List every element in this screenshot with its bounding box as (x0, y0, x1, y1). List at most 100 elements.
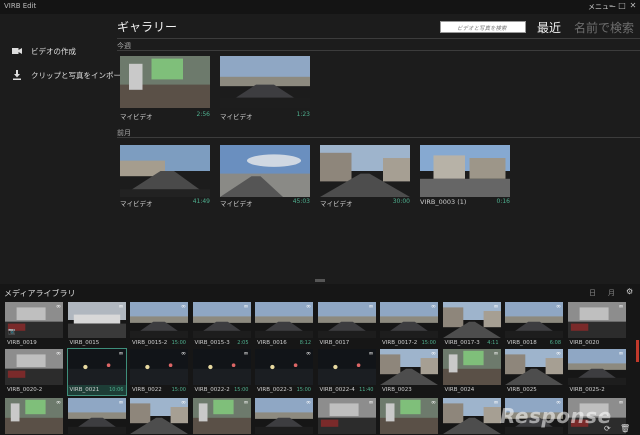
media-tile-name: VIRB_0024 (444, 387, 475, 393)
media-tile[interactable]: ∞ VIRB_0016 8:12 (255, 302, 313, 348)
media-tile[interactable]: ∞ VIRB_0022-4 11:40 (317, 349, 376, 395)
media-tile[interactable]: ∞ VIRB_0020-2 (5, 349, 63, 395)
gallery-item-title: マイビデオ (220, 113, 253, 121)
gallery-item-duration: 41:49 (192, 198, 210, 205)
media-tile-name: VIRB_0021 (69, 387, 100, 393)
media-tile[interactable]: ∞ 📷 VIRB_0019 (5, 302, 63, 348)
media-thumbnail (5, 349, 63, 385)
media-tile-name: VIRB_0016 (257, 340, 287, 346)
media-tile-name: VIRB_0022-4 (319, 387, 355, 393)
virb-clip-icon: ∞ (431, 399, 436, 406)
media-tile-name: VIRB_0017-3 (444, 340, 480, 346)
media-tile[interactable]: ∞ VIRB_0021 10:06 (66, 348, 127, 396)
panel-splitter-handle[interactable] (315, 279, 325, 282)
gallery-item[interactable] (220, 56, 310, 108)
media-thumbnail (442, 349, 501, 385)
media-tile[interactable]: ∞ VIRB_0023 (380, 349, 438, 395)
virb-clip-icon: ∞ (118, 350, 124, 357)
gallery-item[interactable] (220, 145, 310, 197)
gallery-item[interactable] (120, 56, 210, 108)
maximize-button[interactable]: □ (617, 1, 627, 10)
tab-month[interactable]: 月 (608, 288, 615, 298)
media-tile-name: VIRB_0020 (569, 340, 600, 346)
media-tile[interactable]: ∞ (317, 398, 376, 435)
import-icon (12, 70, 22, 80)
media-tile[interactable]: ∞ VIRB_0015-2 15:00 (130, 302, 188, 348)
video-camera-icon (12, 46, 22, 56)
sidebar-item-import[interactable]: クリップと写真をインポート (12, 68, 129, 82)
virb-clip-icon: ∞ (493, 350, 499, 357)
media-thumbnail (380, 302, 438, 338)
divider (117, 38, 640, 39)
media-thumbnail (317, 302, 376, 338)
media-thumbnail (442, 302, 501, 338)
media-tile[interactable]: ∞ VIRB_0018 6:08 (505, 302, 563, 348)
sort-recent-tab[interactable]: 最近 (537, 19, 561, 36)
media-thumbnail (567, 302, 626, 338)
media-thumbnail (130, 302, 188, 338)
media-thumbnail (505, 302, 563, 338)
media-tile-name: VIRB_0017-2 (382, 340, 418, 346)
media-tile[interactable]: ∞ (380, 398, 438, 435)
library-scrollbar[interactable] (636, 340, 639, 362)
divider (117, 50, 640, 51)
virb-clip-icon: ∞ (493, 399, 499, 406)
media-tile[interactable]: ∞ (192, 398, 251, 435)
virb-clip-icon: ∞ (618, 399, 624, 406)
sidebar-item-label: クリップと写真をインポート (31, 70, 129, 80)
virb-clip-icon: ∞ (431, 350, 436, 357)
watermark-logo: Response (500, 404, 612, 428)
media-tile[interactable]: ∞ VIRB_0017-2 15:00 (380, 302, 438, 348)
media-tile-name: VIRB_0015-2 (132, 340, 168, 346)
media-tile[interactable]: ∞ (5, 398, 63, 435)
media-tile[interactable]: ∞ VIRB_0015-3 2:05 (192, 302, 251, 348)
tab-day[interactable]: 日 (589, 288, 596, 298)
media-tile-name: VIRB_0022-3 (257, 387, 293, 393)
gallery-item-title: VIRB_0003 (1) (420, 198, 467, 206)
virb-clip-icon: ∞ (118, 399, 124, 406)
virb-clip-icon: ∞ (556, 350, 561, 357)
sidebar-item-create-video[interactable]: ビデオの作成 (12, 44, 76, 58)
minimize-button[interactable]: – (606, 1, 616, 10)
gallery-item[interactable] (420, 145, 510, 197)
page-title: ギャラリー (117, 20, 178, 34)
gallery-item[interactable] (320, 145, 410, 197)
media-tile-name: VIRB_0022-2 (194, 387, 230, 393)
sort-name-tab[interactable]: 名前で検索 (574, 19, 634, 36)
media-tile[interactable]: ∞ VIRB_0024 (442, 349, 501, 395)
media-thumbnail (255, 302, 313, 338)
media-tile[interactable]: ∞ VIRB_0017 (317, 302, 376, 348)
media-thumbnail (192, 302, 251, 338)
media-tile-duration: 15:00 (171, 340, 186, 346)
media-tile[interactable]: ∞ VIRB_0022 15:00 (130, 349, 188, 395)
media-thumbnail (255, 398, 313, 434)
virb-clip-icon: ∞ (306, 303, 311, 310)
media-tile[interactable]: ∞ VIRB_0017-3 4:11 (442, 302, 501, 348)
gallery-item-duration: 30:00 (392, 198, 410, 205)
media-tile-duration: 11:40 (359, 387, 374, 393)
media-tile[interactable]: ∞ VIRB_0025 (505, 349, 563, 395)
media-tile-duration: 15:00 (171, 387, 186, 393)
virb-clip-icon: ∞ (368, 303, 374, 310)
media-thumbnail (192, 398, 251, 434)
media-tile[interactable]: ∞ VIRB_0025-2 (567, 349, 626, 395)
media-tile-duration: 10:06 (109, 387, 124, 393)
media-tile[interactable]: ∞ VIRB_0022-3 15:00 (255, 349, 313, 395)
media-thumbnail (317, 398, 376, 434)
media-tile[interactable]: ∞ (255, 398, 313, 435)
media-tile[interactable]: ∞ VIRB_0022-2 15:00 (192, 349, 251, 395)
gallery-item[interactable] (120, 145, 210, 197)
virb-clip-icon: ∞ (618, 350, 624, 357)
media-tile[interactable]: ∞ (130, 398, 188, 435)
media-tile[interactable]: ∞ (67, 398, 126, 435)
gear-icon[interactable]: ⚙ (626, 287, 633, 296)
media-tile[interactable]: ∞ VIRB_0020 (567, 302, 626, 348)
media-tile[interactable]: ∞ (442, 398, 501, 435)
virb-clip-icon: ∞ (431, 303, 436, 310)
trash-icon[interactable]: 🗑 (620, 424, 630, 433)
close-button[interactable]: ✕ (628, 1, 638, 10)
search-input[interactable]: ビデオと写真を検索 (440, 21, 526, 33)
virb-clip-icon: ∞ (306, 399, 311, 406)
media-tile[interactable]: ∞ VIRB_0015 (67, 302, 126, 348)
media-tile-name: VIRB_0025-2 (569, 387, 605, 393)
